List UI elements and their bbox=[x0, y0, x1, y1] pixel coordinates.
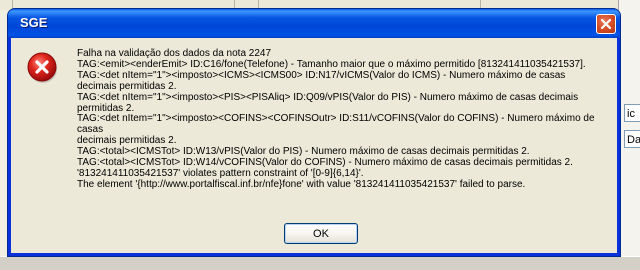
error-dialog: SGE Falha na validação dos dados da nota… bbox=[8, 9, 620, 256]
background-field[interactable]: Dac bbox=[624, 130, 640, 148]
error-icon bbox=[27, 52, 57, 83]
background-field[interactable]: ic bbox=[624, 104, 640, 122]
message-line: TAG:<det nItem="1"><imposto><COFINS><COF… bbox=[77, 113, 598, 136]
close-button[interactable] bbox=[596, 14, 616, 34]
close-icon bbox=[600, 18, 612, 30]
dialog-body: Falha na validação dos dados da nota 224… bbox=[11, 38, 617, 253]
background-app-left bbox=[0, 0, 8, 269]
message-line: decimais permitidas 2. bbox=[77, 80, 177, 92]
dialog-title: SGE bbox=[20, 15, 48, 30]
message-line: The element '{http://www.portalfiscal.in… bbox=[77, 178, 526, 190]
ok-button[interactable]: OK bbox=[284, 223, 358, 244]
error-message: Falha na validação dos dados da nota 224… bbox=[77, 48, 613, 191]
background-app-bottom bbox=[0, 256, 640, 270]
dialog-titlebar[interactable]: SGE bbox=[8, 9, 620, 38]
message-line: TAG:<det nItem="1"><imposto><PIS><PISAli… bbox=[77, 91, 579, 103]
